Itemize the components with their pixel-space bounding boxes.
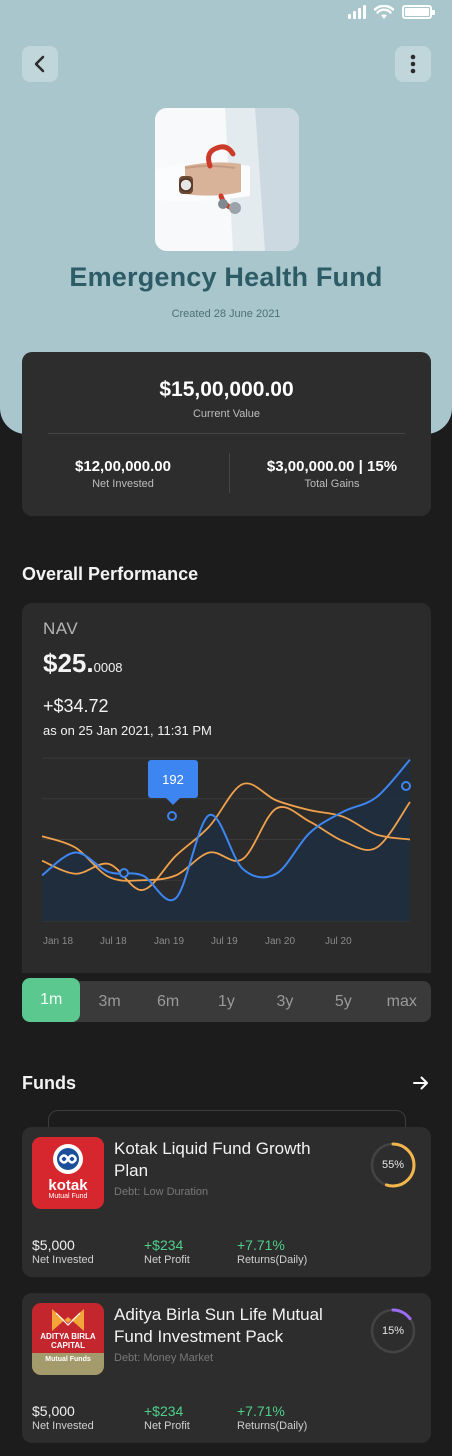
net-profit-metric: +$234 Net Profit [144,1237,190,1266]
chevron-left-icon [34,55,45,73]
net-invested-metric: $5,000 Net Invested [32,1237,94,1266]
chart-x-tick-label: Jul 20 [325,936,352,947]
range-option-max[interactable]: max [373,981,431,1022]
overall-performance-heading: Overall Performance [22,564,199,584]
time-range-selector: 1m 3m 6m 1y 3y 5y max [22,978,431,1022]
fund-created-date: Created 28 June 2021 [171,308,281,320]
chart-x-tick-label: Jan 18 [43,936,73,947]
net-profit-value: +$234 [144,1237,184,1253]
range-option-5y[interactable]: 5y [314,981,372,1022]
signal-icon [348,5,366,19]
logo-wordmark: kotak [48,1177,88,1194]
range-option-1m[interactable]: 1m [22,978,81,1022]
chart-data-point[interactable] [167,811,177,821]
chart-tooltip-value: 192 [162,772,184,787]
chart-tooltip-pointer [166,798,180,805]
allocation-percent: 15% [381,1325,405,1337]
returns-value: +7.71% [237,1403,285,1419]
nav-line-chart[interactable]: 192 Jan 18 Jul 18 Jan 19 Jul 19 Jan 20 Jul 20 [22,603,431,973]
logo-subtext: Mutual Funds [45,1356,91,1363]
kotak-logo: kotak Mutual Fund [32,1137,104,1209]
more-options-button[interactable] [395,46,431,82]
range-option-3m[interactable]: 3m [80,981,138,1022]
battery-icon [402,5,435,19]
fund-category: Debt: Money Market [114,1352,214,1364]
fund-name: Kotak Liquid Fund Growth Plan [114,1139,311,1180]
logo-wordmark: ADITYA BIRLA CAPITAL [40,1332,96,1350]
wifi-icon [374,4,394,19]
fund-cover-image [155,108,299,251]
doctor-stethoscope-illustration [155,108,299,251]
net-invested-label: Net Invested [92,478,154,490]
aditya-birla-logo: ADITYA BIRLA CAPITAL Mutual Funds [32,1303,104,1375]
more-vertical-icon [410,54,416,74]
fund-category: Debt: Low Duration [114,1186,209,1198]
range-option-6m[interactable]: 6m [139,981,197,1022]
current-value-label: Current Value [192,408,261,420]
returns-value: +7.71% [237,1237,285,1253]
net-profit-metric: +$234 Net Profit [144,1403,190,1432]
net-invested-amount: $12,00,000.00 [75,458,171,475]
net-profit-label: Net Profit [144,1420,190,1432]
current-value-amount: $15,00,000.00 [159,378,294,401]
total-gains-label: Total Gains [304,478,360,490]
net-invested-label: Net Invested [32,1254,94,1266]
chart-x-tick-label: Jul 18 [100,936,127,947]
net-profit-value: +$234 [144,1403,184,1419]
chart-data-point[interactable] [119,868,129,878]
net-invested-label: Net Invested [32,1420,94,1432]
value-summary-card: $15,00,000.00 Current Value $12,00,000.0… [22,352,431,516]
returns-label: Returns(Daily) [237,1254,308,1266]
total-gains-amount: $3,00,000.00 | 15% [266,458,398,475]
chart-x-tick-label: Jan 19 [154,936,184,947]
chart-data-point[interactable] [401,781,411,791]
arrow-right-icon[interactable] [412,1074,430,1092]
chart-x-tick-label: Jul 19 [211,936,238,947]
back-button[interactable] [22,46,58,82]
logo-subtext: Mutual Fund [48,1193,88,1200]
returns-metric: +7.71% Returns(Daily) [237,1403,307,1432]
net-invested-stat: $12,00,000.00 Net Invested [33,458,213,490]
returns-metric: +7.71% Returns(Daily) [237,1237,307,1266]
total-gains-stat: $3,00,000.00 | 15% Total Gains [242,458,422,490]
net-profit-label: Net Profit [144,1254,190,1266]
chart-x-tick-label: Jan 20 [265,936,295,947]
divider [48,433,405,434]
returns-label: Returns(Daily) [237,1420,308,1432]
net-invested-metric: $5,000 Net Invested [32,1403,94,1432]
range-option-3y[interactable]: 3y [256,981,314,1022]
chart-area-fill [42,759,410,921]
status-bar [348,4,435,20]
divider-vertical [229,453,230,493]
allocation-percent: 55% [381,1159,405,1171]
funds-heading: Funds [22,1073,76,1093]
fund-card[interactable]: kotak Mutual Fund Kotak Liquid Fund Grow… [22,1127,431,1277]
fund-card[interactable]: ADITYA BIRLA CAPITAL Mutual Funds Aditya… [22,1293,431,1443]
performance-card: NAV $25.0008 +$34.72 as on 25 Jan 2021, … [22,603,431,973]
range-option-1y[interactable]: 1y [197,981,255,1022]
fund-name: Aditya Birla Sun Life Mutual Fund Invest… [114,1305,323,1346]
fund-title: Emergency Health Fund [69,262,383,292]
net-invested-value: $5,000 [32,1237,75,1253]
net-invested-value: $5,000 [32,1403,75,1419]
